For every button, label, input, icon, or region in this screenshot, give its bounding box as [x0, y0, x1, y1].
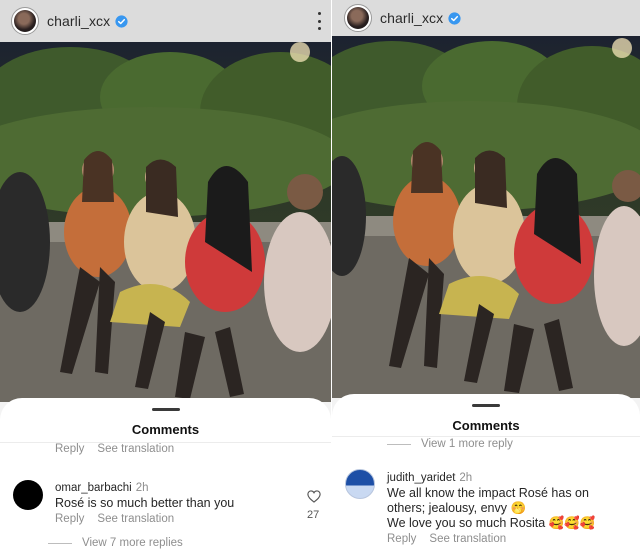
previous-comment-actions: Reply See translation — [55, 443, 174, 455]
replies-line — [48, 542, 72, 544]
like-count: 27 — [307, 509, 320, 521]
commenter-username[interactable]: omar_barbachi — [55, 482, 132, 494]
comments-title: Comments — [452, 418, 520, 433]
comment-text-line-3: We love you so much Rosita 🥰🥰🥰 — [387, 516, 596, 530]
comment-actions: Reply See translation — [55, 513, 174, 525]
header-username[interactable]: charli_xcx — [380, 10, 443, 26]
view-more-reply[interactable]: View 1 more reply — [387, 438, 513, 450]
post-photo — [0, 42, 331, 402]
post-header: charli_xcx — [0, 0, 331, 42]
heart-icon[interactable] — [307, 490, 321, 503]
verified-badge-icon — [448, 11, 461, 25]
sheet-divider — [332, 436, 640, 437]
verified-badge-icon — [115, 14, 128, 28]
see-translation-button[interactable]: See translation — [97, 513, 174, 525]
comment-timestamp: 2h — [459, 472, 473, 484]
reply-button[interactable]: Reply — [387, 533, 416, 545]
left-screenshot: charli_xcx Comments Reply See translatio… — [0, 0, 331, 555]
right-screenshot: charli_xcx Comments View 1 more reply ju… — [332, 0, 640, 555]
view-more-replies-label: View 7 more replies — [82, 537, 183, 549]
comments-title: Comments — [131, 422, 200, 437]
profile-avatar[interactable] — [11, 7, 39, 35]
reply-button[interactable]: Reply — [55, 443, 84, 455]
comment-timestamp: 2h — [135, 482, 149, 494]
post-header: charli_xcx — [332, 0, 640, 36]
comment-header: judith_yaridet 2h — [387, 468, 472, 486]
see-translation-button[interactable]: See translation — [97, 443, 174, 455]
comments-sheet: Comments View 1 more reply judith_yaride… — [332, 394, 640, 555]
comments-sheet: Comments Reply See translation omar_barb… — [0, 398, 331, 555]
see-translation-button[interactable]: See translation — [429, 533, 506, 545]
post-photo — [332, 36, 640, 398]
header-username[interactable]: charli_xcx — [47, 13, 110, 29]
comment-header: omar_barbachi 2h — [55, 478, 149, 496]
comment-actions: Reply See translation — [387, 533, 506, 545]
view-more-replies[interactable]: View 7 more replies — [48, 537, 183, 549]
drag-handle[interactable] — [472, 404, 500, 407]
comment-text: Rosé is so much better than you — [55, 496, 235, 510]
more-options-icon[interactable] — [317, 12, 321, 30]
comment-text-line-2: others; jealousy, envy 🤭 — [387, 501, 527, 515]
drag-handle[interactable] — [151, 408, 180, 411]
reply-button[interactable]: Reply — [55, 513, 84, 525]
commenter-avatar[interactable] — [345, 469, 375, 499]
commenter-username[interactable]: judith_yaridet — [387, 472, 455, 484]
view-more-reply-label: View 1 more reply — [421, 438, 513, 450]
profile-avatar[interactable] — [344, 4, 372, 32]
replies-line — [387, 443, 411, 445]
commenter-avatar[interactable] — [13, 480, 43, 510]
comment-text-line-1: We all know the impact Rosé has on — [387, 486, 589, 500]
